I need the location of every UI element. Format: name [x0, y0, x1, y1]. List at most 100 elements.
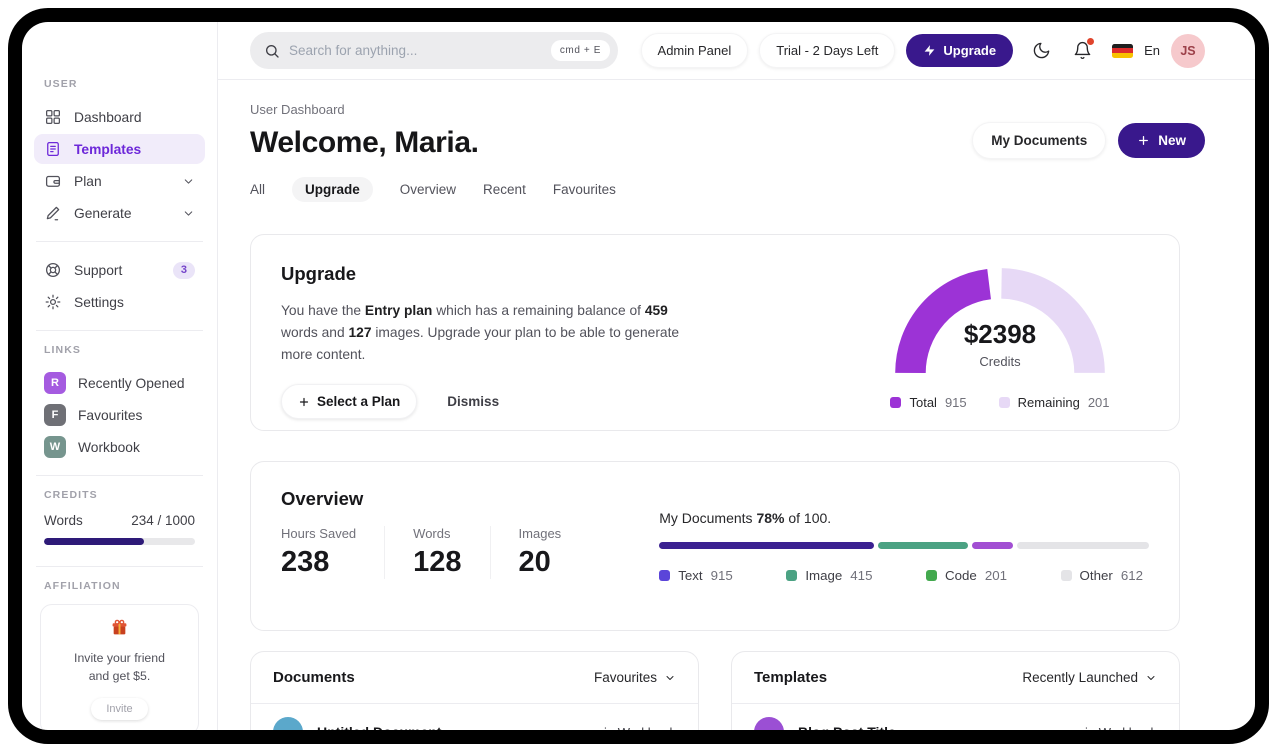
bar-segment-other	[1017, 542, 1150, 549]
affiliation-line1: Invite your friend	[74, 651, 165, 665]
sidebar-item-support[interactable]: Support 3	[34, 255, 205, 285]
document-location: in Workbook	[604, 725, 676, 731]
tab-upgrade[interactable]: Upgrade	[292, 177, 373, 202]
legend-value: 612	[1120, 568, 1143, 583]
upgrade-button[interactable]: Upgrade	[906, 34, 1014, 67]
pencil-icon	[46, 206, 60, 221]
topbar: cmd + E Admin Panel Trial - 2 Days Left …	[218, 22, 1255, 80]
document-avatar	[273, 717, 303, 730]
sidebar-item-label: Support	[74, 262, 123, 278]
sidebar-section-affiliation: AFFILIATION	[44, 580, 121, 592]
sidebar-item-templates[interactable]: Templates	[34, 134, 205, 164]
documents-card-header: Documents Favourites	[251, 652, 698, 704]
stat-label: Words	[413, 526, 451, 541]
main-content: User Dashboard Welcome, Maria. All Upgra…	[218, 80, 1255, 730]
legend-item-code: Code 201	[926, 568, 1007, 583]
link-initial-badge: W	[44, 436, 66, 458]
german-flag-icon[interactable]	[1112, 43, 1134, 58]
chevron-down-icon	[1147, 675, 1155, 680]
templates-filter-dropdown[interactable]: Recently Launched	[1022, 670, 1157, 685]
device-frame: USER Dashboard Templates Plan Generate S…	[8, 8, 1269, 744]
user-avatar[interactable]: JS	[1171, 33, 1205, 68]
sidebar-link-label: Recently Opened	[78, 375, 185, 391]
sidebar-item-generate[interactable]: Generate	[34, 198, 205, 228]
tab-favourites[interactable]: Favourites	[553, 177, 616, 202]
plus-icon	[299, 397, 309, 406]
app-window: USER Dashboard Templates Plan Generate S…	[22, 22, 1255, 730]
bar-segment-text	[659, 542, 874, 549]
template-title: Blog Post Title	[798, 724, 896, 730]
notifications-button[interactable]	[1071, 37, 1095, 62]
lifebuoy-icon	[45, 262, 61, 278]
templates-card-title: Templates	[754, 669, 828, 686]
admin-panel-button[interactable]: Admin Panel	[640, 33, 749, 68]
legend-swatch	[659, 570, 671, 581]
search-shortcut-badge: cmd + E	[550, 40, 610, 61]
upgrade-card-body: You have the Entry plan which has a rema…	[281, 303, 680, 363]
my-documents-button[interactable]: My Documents	[972, 122, 1107, 159]
theme-toggle[interactable]	[1030, 40, 1052, 62]
sidebar-item-label: Generate	[74, 205, 132, 221]
select-plan-button[interactable]: Select a Plan	[281, 384, 418, 420]
invite-button[interactable]: Invite	[91, 697, 148, 720]
tab-recent[interactable]: Recent	[483, 177, 526, 202]
legend-value: 915	[944, 395, 967, 410]
template-list-item[interactable]: Blog Post Title in Workbook	[732, 704, 1179, 730]
template-avatar	[754, 717, 784, 730]
dismiss-button[interactable]: Dismiss	[447, 394, 499, 409]
sidebar-item-label: Plan	[74, 173, 102, 189]
documents-card: Documents Favourites Untitled Document i…	[250, 651, 699, 730]
sidebar-link-recently-opened[interactable]: R Recently Opened	[34, 368, 205, 398]
new-button-label: New	[1158, 133, 1186, 148]
legend-value: 201	[984, 568, 1007, 583]
new-button[interactable]: New	[1118, 123, 1205, 158]
sidebar-item-plan[interactable]: Plan	[34, 166, 205, 196]
sidebar-link-favourites[interactable]: F Favourites	[34, 400, 205, 430]
legend-value: 915	[710, 568, 733, 583]
divider	[36, 330, 203, 331]
search-input[interactable]	[289, 43, 542, 58]
sidebar-item-dashboard[interactable]: Dashboard	[34, 102, 205, 132]
legend-label: Total	[909, 395, 937, 410]
language-selector[interactable]: En	[1144, 43, 1160, 58]
legend-item-text: Text 915	[659, 568, 733, 583]
tab-overview[interactable]: Overview	[400, 177, 456, 202]
documents-progress-label: My Documents 78% of 100.	[659, 510, 832, 526]
tab-all[interactable]: All	[250, 177, 265, 202]
legend-swatch	[998, 397, 1010, 408]
credits-gauge: $2398 Credits Total 915 Remaining 201	[887, 261, 1113, 410]
chevron-down-icon	[666, 675, 674, 680]
moon-icon	[1033, 42, 1049, 59]
stat-words: Words 128	[413, 526, 491, 579]
gauge-amount: $2398	[963, 319, 1037, 349]
header-actions: My Documents New	[972, 122, 1205, 159]
stat-label: Hours Saved	[281, 526, 357, 541]
sidebar-item-label: Dashboard	[74, 109, 142, 125]
link-initial-badge: F	[44, 404, 66, 426]
legend-item-remaining: Remaining 201	[998, 395, 1110, 410]
credits-progress-fill	[44, 538, 144, 545]
overview-stats: Hours Saved 238 Words 128 Images 20	[281, 526, 617, 579]
support-badge: 3	[172, 261, 195, 279]
sidebar: USER Dashboard Templates Plan Generate S…	[22, 22, 218, 730]
sidebar-item-label: Templates	[74, 141, 142, 157]
document-list-item[interactable]: Untitled Document in Workbook	[251, 704, 698, 730]
sidebar-item-settings[interactable]: Settings	[34, 287, 205, 317]
grid-icon	[45, 109, 61, 125]
sidebar-link-workbook[interactable]: W Workbook	[34, 432, 205, 462]
divider	[36, 241, 203, 242]
documents-stacked-bar	[659, 542, 1150, 549]
trial-button[interactable]: Trial - 2 Days Left	[759, 33, 896, 68]
document-icon	[47, 141, 59, 157]
templates-card: Templates Recently Launched Blog Post Ti…	[731, 651, 1180, 730]
credits-progress-track	[44, 538, 195, 545]
stat-hours-saved: Hours Saved 238	[281, 526, 386, 579]
documents-filter-label: Favourites	[593, 670, 657, 685]
gauge-caption: Credits	[979, 354, 1021, 369]
legend-label: Code	[945, 568, 977, 583]
templates-card-header: Templates Recently Launched	[732, 652, 1179, 704]
stat-value: 238	[281, 546, 330, 578]
search-bar[interactable]: cmd + E	[250, 32, 618, 69]
legend-swatch	[890, 397, 902, 408]
documents-filter-dropdown[interactable]: Favourites	[594, 670, 676, 685]
